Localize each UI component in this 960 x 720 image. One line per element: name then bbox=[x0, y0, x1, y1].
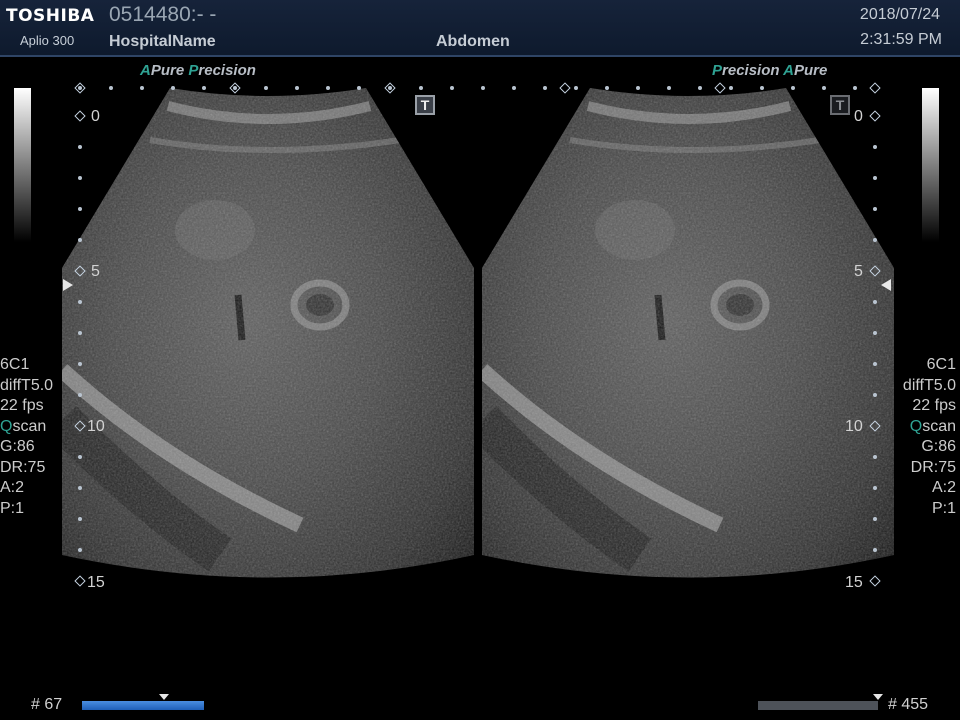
left-image-tags: APure Precision bbox=[140, 62, 256, 79]
ruler-dot bbox=[78, 176, 82, 180]
ruler-dot bbox=[873, 331, 877, 335]
right-depth-label: 0 bbox=[854, 108, 863, 125]
right-frame-counter: # 455 bbox=[888, 696, 929, 713]
left-depth-label: 15 bbox=[87, 574, 105, 591]
ruler-dot bbox=[873, 207, 877, 211]
dynamic-range-label: DR:75 bbox=[910, 458, 956, 476]
ruler-dot bbox=[326, 86, 330, 90]
qscan-label: Qscan bbox=[909, 417, 956, 435]
left-scan-params: 6C1 diffT5.0 22 fps Qscan G:86 DR:75 A:2… bbox=[0, 355, 53, 519]
ruler-dot bbox=[78, 331, 82, 335]
ruler-dot bbox=[109, 86, 113, 90]
right-depth-label: 10 bbox=[845, 418, 863, 435]
ruler-dot bbox=[233, 86, 237, 90]
ruler-dot bbox=[605, 86, 609, 90]
ruler-dot bbox=[873, 145, 877, 149]
left-depth-label: 0 bbox=[91, 108, 100, 125]
ruler-dot bbox=[78, 548, 82, 552]
ruler-dot bbox=[78, 207, 82, 211]
ruler-dot bbox=[822, 86, 826, 90]
left-frame-counter: # 67 bbox=[31, 696, 63, 713]
right-depth-label: 5 bbox=[854, 263, 863, 280]
p-label: P:1 bbox=[0, 499, 25, 517]
ruler-dot bbox=[873, 393, 877, 397]
gain-label: G:86 bbox=[0, 438, 35, 455]
ruler-dot bbox=[873, 176, 877, 180]
ruler-dot bbox=[78, 486, 82, 490]
dynamic-range-label: DR:75 bbox=[0, 458, 46, 476]
probe-label: 6C1 bbox=[926, 356, 956, 373]
ruler-dot bbox=[78, 86, 82, 90]
p-label: P:1 bbox=[931, 499, 956, 517]
ruler-dot bbox=[729, 86, 733, 90]
left-ultrasound-image bbox=[62, 88, 474, 578]
ruler-dot bbox=[853, 86, 857, 90]
ruler-dot bbox=[78, 362, 82, 366]
fps-label: 22 fps bbox=[0, 397, 44, 414]
left-cine-progress-bar[interactable] bbox=[82, 701, 204, 710]
ruler-dot bbox=[78, 300, 82, 304]
ruler-dot bbox=[873, 300, 877, 304]
right-orientation-marker: T bbox=[830, 95, 850, 115]
left-depth-label: 10 bbox=[87, 418, 105, 435]
left-depth-label: 5 bbox=[91, 263, 100, 280]
ruler-dot bbox=[481, 86, 485, 90]
ruler-dot bbox=[873, 455, 877, 459]
ruler-dot bbox=[419, 86, 423, 90]
ruler-dot bbox=[264, 86, 268, 90]
right-focus-arrow-icon bbox=[881, 279, 891, 291]
left-orientation-marker: T bbox=[415, 95, 435, 115]
ultrasound-images bbox=[62, 88, 894, 578]
ruler-dot bbox=[78, 517, 82, 521]
gain-label: G:86 bbox=[921, 438, 956, 455]
right-image-tags: Precision APure bbox=[712, 62, 828, 79]
ruler-dot bbox=[636, 86, 640, 90]
mode-label: diffT5.0 bbox=[902, 376, 956, 394]
ruler-dot bbox=[873, 238, 877, 242]
a-label: A:2 bbox=[931, 479, 956, 496]
ruler-dot bbox=[667, 86, 671, 90]
ruler-dot bbox=[388, 86, 392, 90]
ruler-dot bbox=[357, 86, 361, 90]
left-focus-arrow-icon bbox=[63, 279, 73, 291]
mode-label: diffT5.0 bbox=[0, 376, 54, 394]
ruler-dot bbox=[450, 86, 454, 90]
ruler-dot bbox=[171, 86, 175, 90]
ruler-dot bbox=[873, 362, 877, 366]
ruler-dot bbox=[512, 86, 516, 90]
ruler-dot bbox=[574, 86, 578, 90]
ruler-dot bbox=[543, 86, 547, 90]
fps-label: 22 fps bbox=[912, 397, 956, 414]
a-label: A:2 bbox=[0, 479, 25, 496]
left-grayscale-bar bbox=[14, 88, 31, 242]
ruler-dot bbox=[873, 548, 877, 552]
ruler-dot bbox=[791, 86, 795, 90]
right-grayscale-bar bbox=[922, 88, 939, 242]
ruler-dot bbox=[78, 238, 82, 242]
right-depth-label: 15 bbox=[845, 574, 863, 591]
ruler-dot bbox=[873, 517, 877, 521]
qscan-label: Qscan bbox=[0, 417, 47, 435]
ruler-dot bbox=[873, 486, 877, 490]
right-cine-progress-bar[interactable] bbox=[758, 701, 878, 710]
probe-label: 6C1 bbox=[0, 356, 30, 373]
right-cine-position-marker-icon[interactable] bbox=[873, 694, 883, 700]
right-ultrasound-image bbox=[482, 88, 894, 578]
ruler-dot bbox=[78, 145, 82, 149]
ruler-dot bbox=[78, 455, 82, 459]
ruler-dot bbox=[202, 86, 206, 90]
ruler-dot bbox=[140, 86, 144, 90]
ruler-dot bbox=[78, 393, 82, 397]
ruler-dot bbox=[295, 86, 299, 90]
ruler-dot bbox=[698, 86, 702, 90]
right-scan-params: 6C1 diffT5.0 22 fps Qscan G:86 DR:75 A:2… bbox=[903, 355, 956, 519]
ruler-dot bbox=[760, 86, 764, 90]
left-cine-position-marker-icon[interactable] bbox=[158, 694, 169, 700]
